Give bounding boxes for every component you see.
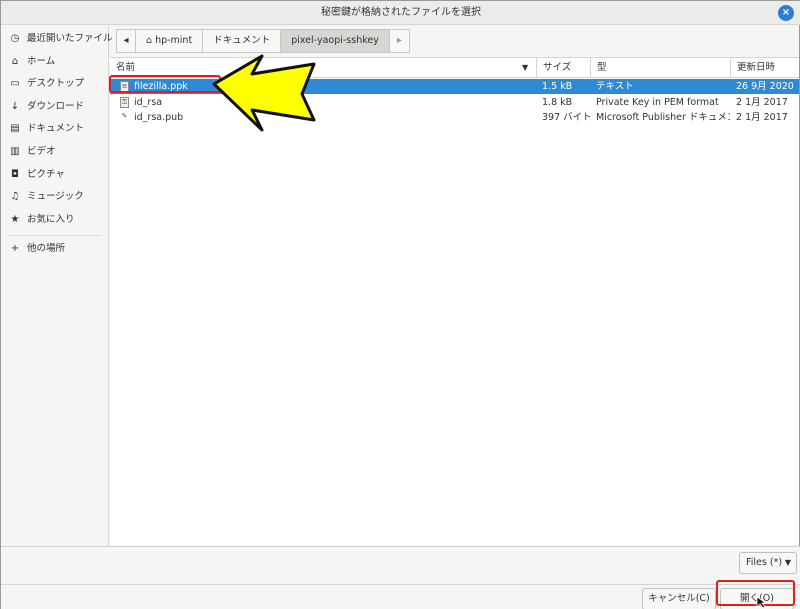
sidebar-item-label: ダウンロード	[27, 101, 85, 112]
key-file-icon: ⚿	[120, 97, 129, 108]
sidebar-item-label: お気に入り	[27, 214, 75, 225]
sidebar-item-recent[interactable]: ◷ 最近開いたファイル	[1, 28, 113, 50]
path-crumb-label: hp-mint	[155, 35, 193, 46]
sidebar-item-downloads[interactable]: ↓ ダウンロード	[1, 96, 109, 118]
home-icon: ⌂	[146, 35, 153, 46]
sort-descending-icon: ▼	[522, 63, 529, 72]
file-type: Microsoft Publisher ドキュメント	[596, 112, 730, 123]
file-row[interactable]: ✎ id_rsa.pub 397 バイト Microsoft Publisher…	[110, 110, 799, 125]
publisher-file-icon: ✎	[121, 112, 128, 120]
file-chooser-dialog: 秘密鍵が格納されたファイルを選択 × ◷ 最近開いたファイル ⌂ ホーム ▭ デスクト…	[0, 0, 800, 609]
file-modified: 2 1月 2017	[736, 97, 788, 108]
sidebar-item-favorites[interactable]: ★ お気に入り	[1, 209, 109, 231]
clock-icon: ◷	[10, 33, 20, 44]
document-icon: ▤	[10, 123, 20, 134]
path-crumb-current[interactable]: pixel-yaopi-sshkey	[281, 29, 390, 53]
sidebar-item-desktop[interactable]: ▭ デスクトップ	[1, 73, 109, 95]
video-icon: ▥	[10, 146, 20, 157]
close-icon[interactable]: ×	[778, 5, 794, 21]
file-size: 1.5 kB	[542, 81, 573, 92]
column-header-size[interactable]: サイズ	[536, 58, 590, 78]
path-back-button[interactable]: ◂	[116, 29, 136, 53]
text-file-icon: ≡	[120, 81, 129, 92]
column-header-type[interactable]: 型	[590, 58, 730, 78]
file-row[interactable]: ≡ filezilla.ppk 1.5 kB テキスト 26 9月 2020	[110, 79, 799, 94]
sidebar-item-label: ミュージック	[27, 191, 84, 202]
star-icon: ★	[10, 214, 20, 225]
column-header-modified[interactable]: 更新日時	[730, 58, 799, 78]
sidebar-item-label: ドキュメント	[27, 123, 85, 134]
sidebar-item-label: ピクチャ	[27, 169, 65, 180]
sidebar-item-home[interactable]: ⌂ ホーム	[1, 51, 109, 73]
places-sidebar: ◷ 最近開いたファイル ⌂ ホーム ▭ デスクトップ ↓ ダウンロード ▤ ドキュメント …	[1, 26, 113, 546]
action-row: キャンセル(C) 開く(O)	[1, 584, 800, 609]
sidebar-item-documents[interactable]: ▤ ドキュメント	[1, 118, 109, 140]
file-type: テキスト	[596, 81, 634, 92]
camera-icon: ◘	[11, 169, 19, 180]
path-forward-button[interactable]: ▸	[389, 29, 410, 53]
window-title: 秘密鍵が格納されたファイルを選択	[321, 7, 481, 18]
path-bar: ◂ ⌂ hp-mint ドキュメント pixel-yaopi-sshkey ▸	[116, 29, 410, 53]
home-icon: ⌂	[11, 56, 19, 67]
column-header-name[interactable]: 名前 ▼	[110, 58, 536, 78]
file-modified: 26 9月 2020	[736, 81, 794, 92]
open-button[interactable]: 開く(O)	[720, 588, 794, 609]
desktop-icon: ▭	[10, 78, 20, 89]
path-crumb-home[interactable]: ⌂ hp-mint	[136, 29, 204, 53]
file-type: Private Key in PEM format	[596, 97, 719, 108]
file-name: id_rsa	[134, 97, 163, 108]
bottom-bar: Files (*) ▼ キャンセル(C) 開く(O)	[1, 546, 800, 609]
file-list: 名前 ▼ サイズ 型 更新日時 ≡ filezilla.ppk 1.5 kB テ…	[110, 57, 799, 545]
sidebar-item-pictures[interactable]: ◘ ピクチャ	[1, 164, 109, 186]
sidebar-separator	[9, 235, 101, 236]
file-size: 1.8 kB	[542, 97, 573, 108]
sidebar-item-label: デスクトップ	[27, 78, 85, 89]
download-icon: ↓	[10, 101, 20, 112]
music-icon: ♫	[10, 191, 20, 202]
sidebar-item-label: ビデオ	[27, 146, 56, 157]
column-header-row: 名前 ▼ サイズ 型 更新日時	[110, 58, 799, 78]
file-name: filezilla.ppk	[134, 81, 188, 92]
file-row[interactable]: ⚿ id_rsa 1.8 kB Private Key in PEM forma…	[110, 95, 799, 110]
column-header-label: 名前	[116, 62, 136, 73]
chevron-down-icon: ▼	[784, 558, 791, 567]
plus-icon: +	[10, 243, 20, 254]
sidebar-item-label: ホーム	[27, 56, 56, 67]
sidebar-item-label: 他の場所	[27, 243, 66, 254]
file-filter-label: Files (*)	[746, 557, 783, 568]
sidebar-item-videos[interactable]: ▥ ビデオ	[1, 141, 109, 163]
title-bar: 秘密鍵が格納されたファイルを選択 ×	[1, 1, 800, 25]
file-size: 397 バイト	[542, 112, 592, 123]
path-crumb-documents[interactable]: ドキュメント	[203, 29, 282, 53]
file-modified: 2 1月 2017	[736, 112, 788, 123]
cancel-button[interactable]: キャンセル(C)	[642, 588, 716, 609]
sidebar-item-label: 最近開いたファイル	[27, 33, 113, 44]
sidebar-item-music[interactable]: ♫ ミュージック	[1, 186, 109, 208]
file-name: id_rsa.pub	[134, 112, 184, 123]
file-filter-dropdown[interactable]: Files (*) ▼	[739, 552, 797, 574]
sidebar-item-other-locations[interactable]: + 他の場所	[1, 238, 109, 260]
